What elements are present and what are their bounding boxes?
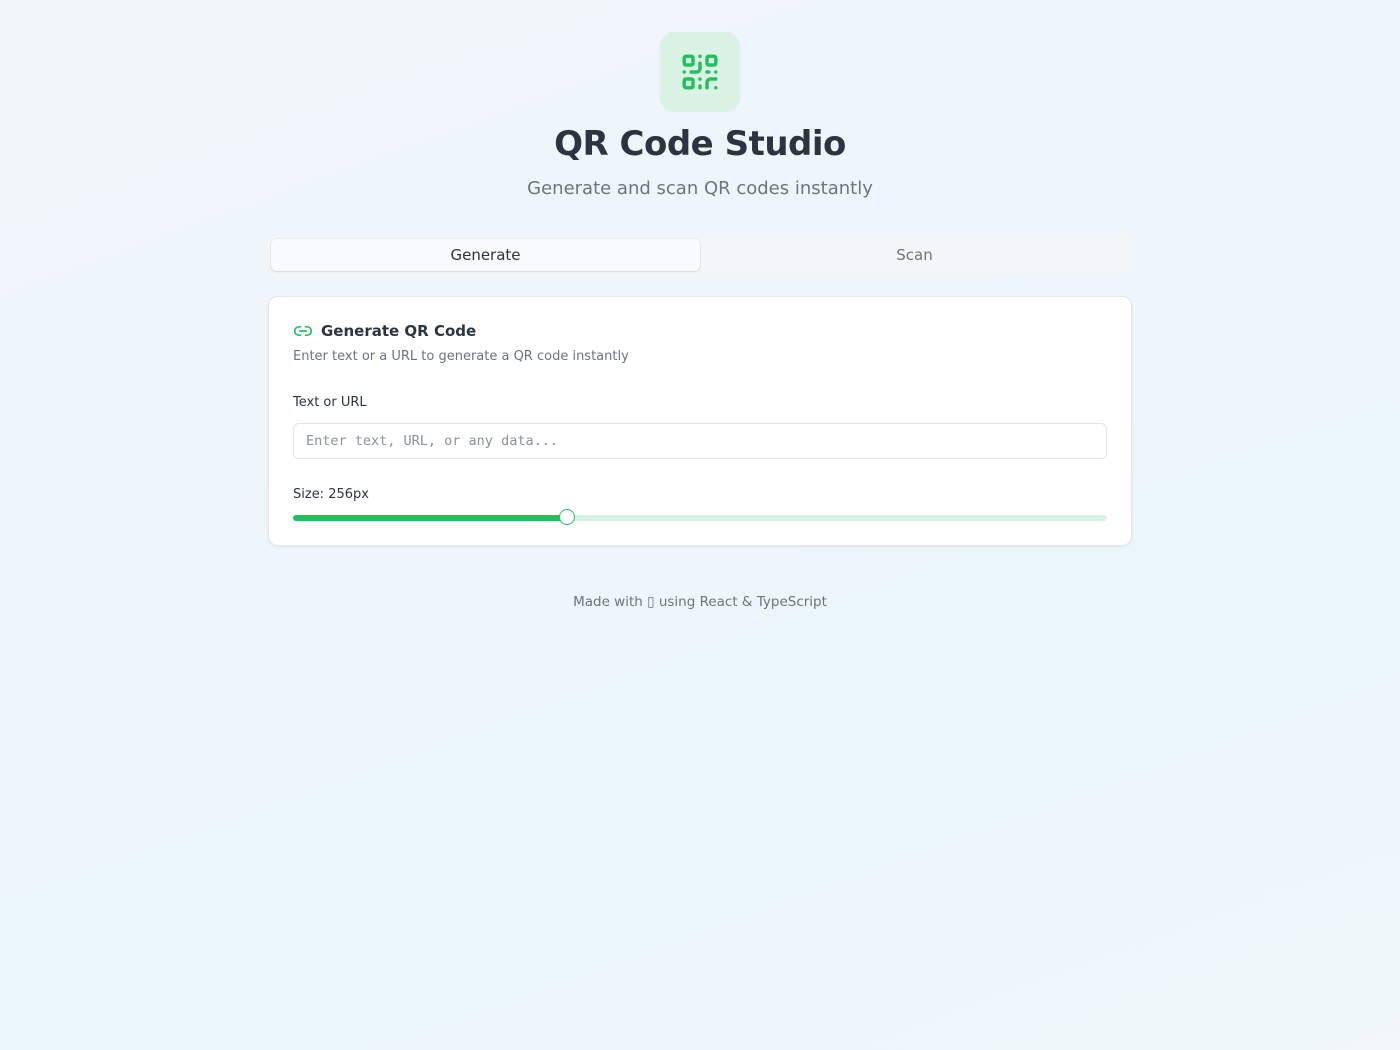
footer-text: Made with ▯ using React & TypeScript xyxy=(573,594,827,610)
app-root: QR Code Studio Generate and scan QR code… xyxy=(0,0,1400,1050)
text-url-input[interactable] xyxy=(293,423,1107,459)
size-slider[interactable] xyxy=(293,509,1107,525)
card-description: Enter text or a URL to generate a QR cod… xyxy=(293,349,629,364)
size-slider-thumb[interactable] xyxy=(559,509,576,525)
generate-card: Generate QR Code Enter text or a URL to … xyxy=(268,296,1132,546)
card-header: Generate QR Code xyxy=(293,321,476,341)
link-icon xyxy=(293,321,313,341)
text-url-label: Text or URL xyxy=(293,395,367,410)
tab-scan[interactable]: Scan xyxy=(700,239,1129,271)
qr-code-icon xyxy=(682,54,718,90)
size-slider-fill xyxy=(293,515,568,521)
tab-bar: Generate Scan xyxy=(268,236,1132,274)
card-title: Generate QR Code xyxy=(321,322,477,340)
size-label: Size: 256px xyxy=(293,487,369,502)
page-subtitle: Generate and scan QR codes instantly xyxy=(527,178,873,199)
page-title: QR Code Studio xyxy=(554,124,846,164)
logo xyxy=(660,32,740,112)
tab-generate[interactable]: Generate xyxy=(271,239,700,271)
